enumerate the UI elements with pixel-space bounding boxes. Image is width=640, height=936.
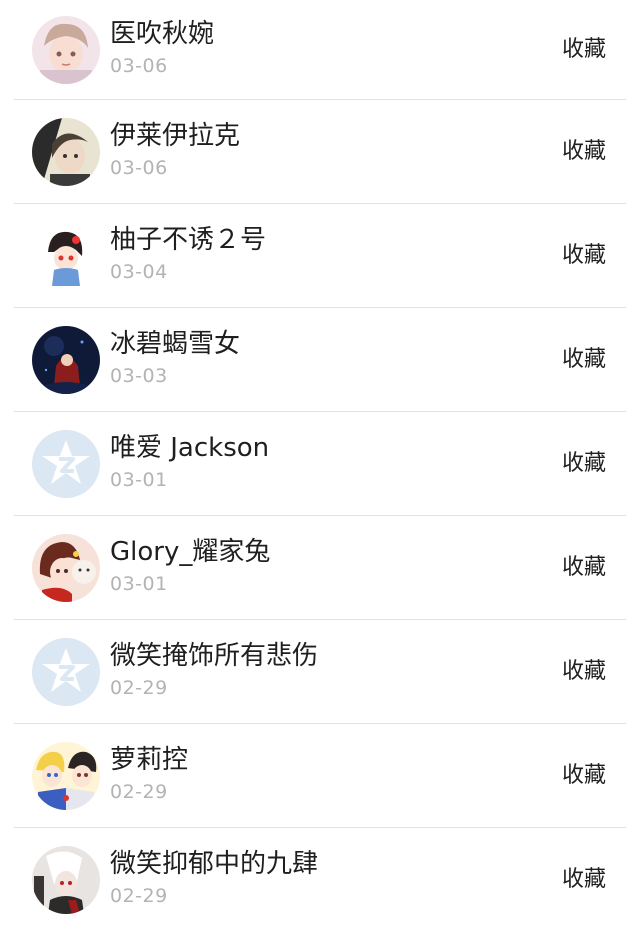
item-date: 03-03 <box>110 365 168 387</box>
item-name: 微笑掩饰所有悲伤 <box>110 641 319 671</box>
item-date: 02-29 <box>110 781 168 803</box>
item-name: 唯爱 Jackson <box>110 433 270 463</box>
avatar[interactable] <box>32 16 100 84</box>
item-date: 03-01 <box>110 469 168 491</box>
favorite-button[interactable]: 收藏 <box>562 760 606 792</box>
avatar[interactable] <box>32 118 100 186</box>
item-name: 萝莉控 <box>110 745 189 775</box>
list-item[interactable]: 唯爱 Jackson 03-01 收藏 <box>0 412 640 516</box>
item-date: 03-06 <box>110 55 168 77</box>
favorite-button[interactable]: 收藏 <box>562 136 606 168</box>
item-date: 02-29 <box>110 885 168 907</box>
list-item[interactable]: 微笑抑郁中的九肆 02-29 收藏 <box>0 828 640 932</box>
item-name: 冰碧蝎雪女 <box>110 329 241 359</box>
default-avatar-icon[interactable] <box>32 430 100 498</box>
item-date: 03-04 <box>110 261 168 283</box>
favorite-button[interactable]: 收藏 <box>562 864 606 896</box>
list-item[interactable]: Glory_耀家兔 03-01 收藏 <box>0 516 640 620</box>
list-item[interactable]: 萝莉控 02-29 收藏 <box>0 724 640 828</box>
list-item[interactable]: 伊莱伊拉克 03-06 收藏 <box>0 100 640 204</box>
item-name: 柚子不诱２号 <box>110 225 267 255</box>
favorites-list: 医吹秋婉 03-06 收藏 伊莱伊拉克 03-06 收藏 柚子不诱２号 03-0… <box>0 0 640 936</box>
default-avatar-icon[interactable] <box>32 638 100 706</box>
item-name: Glory_耀家兔 <box>110 537 271 567</box>
avatar[interactable] <box>32 222 100 290</box>
favorite-button[interactable]: 收藏 <box>562 656 606 688</box>
item-name: 伊莱伊拉克 <box>110 121 241 151</box>
item-name: 微笑抑郁中的九肆 <box>110 849 319 879</box>
favorite-button[interactable]: 收藏 <box>562 240 606 272</box>
favorite-button[interactable]: 收藏 <box>562 552 606 584</box>
item-date: 03-01 <box>110 573 168 595</box>
list-item[interactable]: 柚子不诱２号 03-04 收藏 <box>0 204 640 308</box>
avatar[interactable] <box>32 326 100 394</box>
item-date: 03-06 <box>110 157 168 179</box>
avatar[interactable] <box>32 534 100 602</box>
list-item[interactable]: 冰碧蝎雪女 03-03 收藏 <box>0 308 640 412</box>
list-item[interactable]: 微笑掩饰所有悲伤 02-29 收藏 <box>0 620 640 724</box>
item-name: 医吹秋婉 <box>110 19 215 49</box>
item-date: 02-29 <box>110 677 168 699</box>
avatar[interactable] <box>32 742 100 810</box>
avatar[interactable] <box>32 846 100 914</box>
list-item[interactable]: 医吹秋婉 03-06 收藏 <box>0 0 640 100</box>
favorite-button[interactable]: 收藏 <box>562 448 606 480</box>
favorite-button[interactable]: 收藏 <box>562 344 606 376</box>
favorite-button[interactable]: 收藏 <box>562 34 606 66</box>
